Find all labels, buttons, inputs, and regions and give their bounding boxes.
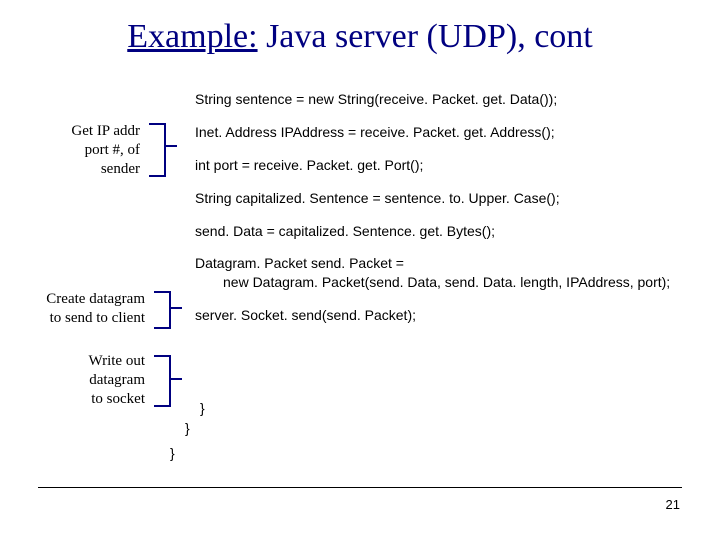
annotation-create-datagram: Create datagram to send to client xyxy=(15,290,145,328)
slide: Example: Java server (UDP), cont String … xyxy=(0,0,720,540)
title-rest: Java server (UDP), cont xyxy=(258,18,593,55)
brace: } xyxy=(200,400,205,416)
code-line: Inet. Address IPAddress = receive. Packe… xyxy=(195,123,695,142)
brace: } xyxy=(170,445,175,461)
annotation-get-ip: Get IP addr port #, of sender xyxy=(45,122,140,178)
code-line: server. Socket. send(send. Packet); xyxy=(195,306,695,325)
code-line: String capitalized. Sentence = sentence.… xyxy=(195,189,695,208)
slide-title: Example: Java server (UDP), cont xyxy=(0,18,720,56)
code-line: Datagram. Packet send. Packet = new Data… xyxy=(195,254,695,292)
brace: } xyxy=(185,420,190,436)
code-line: int port = receive. Packet. get. Port(); xyxy=(195,156,695,175)
code-line: send. Data = capitalized. Sentence. get.… xyxy=(195,222,695,241)
bracket-icon xyxy=(145,120,181,180)
code-block: String sentence = new String(receive. Pa… xyxy=(195,90,695,339)
bracket-icon xyxy=(150,352,186,410)
divider xyxy=(38,487,682,488)
code-line: String sentence = new String(receive. Pa… xyxy=(195,90,695,109)
annotation-write-out: Write out datagram to socket xyxy=(55,352,145,408)
title-prefix: Example: xyxy=(127,18,257,55)
page-number: 21 xyxy=(666,497,680,512)
bracket-icon xyxy=(150,288,186,332)
